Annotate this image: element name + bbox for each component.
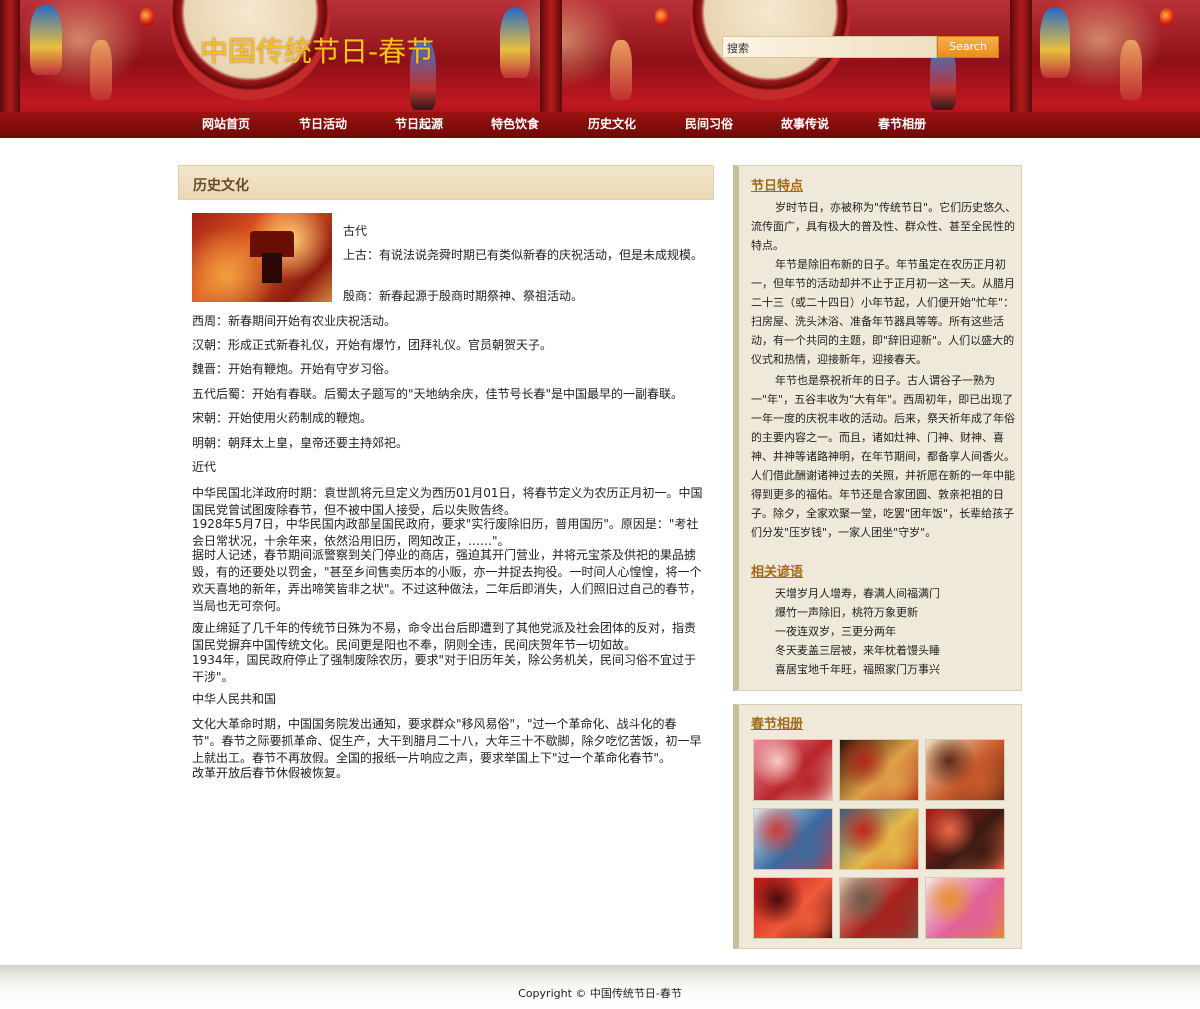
photo-market[interactable]: [753, 739, 833, 801]
search-input[interactable]: 搜索: [722, 36, 937, 58]
photo-night-lights[interactable]: [839, 739, 919, 801]
article-paragraph: 五代后蜀：开始有春联。后蜀太子题写的"天地纳余庆，佳节号长春"是中国最早的一副春…: [192, 387, 684, 401]
article-paragraph: 宋朝：开始使用火药制成的鞭炮。: [192, 411, 373, 425]
article-paragraph: 据时人记述，春节期间派警察到关门停业的商店，强迫其开门营业，并将元宝茶及供祀的果…: [192, 548, 702, 613]
article-paragraph: 殷商：新春起源于殷商时期祭神、祭祖活动。: [343, 289, 584, 303]
article-paragraph: 改革开放后春节休假被恢复。: [192, 766, 349, 780]
section-heading-text: 历史文化: [193, 178, 249, 194]
sidebar-album-box: 春节相册: [733, 704, 1022, 949]
article-paragraph: 西周：新春期间开始有农业庆祝活动。: [192, 314, 397, 328]
sidebar-couplets-title[interactable]: 相关谚语: [751, 561, 803, 580]
sidebar-features-text: 年节也是祭祝祈年的日子。古人谓谷子一熟为一"年"，五谷丰收为"大有年"。西周初年…: [751, 374, 1015, 539]
nav-history[interactable]: 历史文化: [588, 115, 636, 132]
couplet-line: 一夜连双岁，三更分两年: [775, 625, 896, 638]
couplet-line: 喜居宝地千年旺，福照家门万事兴: [775, 663, 940, 676]
photo-painting[interactable]: [925, 739, 1005, 801]
photo-red-doors[interactable]: [925, 808, 1005, 870]
nav-customs[interactable]: 民间习俗: [685, 115, 733, 132]
sidebar-features-box: 节日特点 岁时节日，亦被称为"传统节日"。它们历史悠久、流传面广，具有极大的普及…: [733, 165, 1022, 691]
photo-lanterns[interactable]: [753, 877, 833, 939]
sidebar-album-title[interactable]: 春节相册: [751, 713, 803, 732]
article-era-ancient: 古代: [343, 224, 368, 238]
nav-stories[interactable]: 故事传说: [781, 115, 829, 132]
section-heading: 历史文化: [178, 165, 714, 200]
banner-art: [0, 0, 1200, 112]
article-image: [192, 213, 332, 302]
article-paragraph: 魏晋：开始有鞭炮。开始有守岁习俗。: [192, 362, 397, 376]
sidebar-features-text: 岁时节日，亦被称为"传统节日"。它们历史悠久、流传面广，具有极大的普及性、群众性…: [751, 201, 1017, 252]
main-nav: 网站首页 节日活动 节日起源 特色饮食 历史文化 民间习俗 故事传说 春节相册: [0, 112, 1200, 138]
photo-kids[interactable]: [753, 808, 833, 870]
nav-activities[interactable]: 节日活动: [299, 115, 347, 132]
article-paragraph: 废止绵延了几千年的传统节日殊为不易，命令出台后即遭到了其他党派及社会团体的反对，…: [192, 621, 697, 652]
article-paragraph: 汉朝：形成正式新春礼仪，开始有爆竹，团拜礼仪。官员朝贺天子。: [192, 338, 553, 352]
nav-home[interactable]: 网站首页: [202, 115, 250, 132]
article-paragraph: 明朝：朝拜太上皇，皇帝还要主持郊祀。: [192, 436, 409, 450]
sidebar-features-text: 年节是除旧布新的日子。年节虽定在农历正月初一，但年节的活动却并不止于正月初一这一…: [751, 258, 1015, 366]
nav-origin[interactable]: 节日起源: [395, 115, 443, 132]
site-title[interactable]: 中国传统节日-春节: [200, 30, 434, 70]
couplet-line: 天增岁月人增寿，春满人间福满门: [775, 587, 940, 600]
copyright-text: Copyright © 中国传统节日-春节: [518, 987, 682, 1000]
site-header: 中国传统节日-春节 搜索 Search 网站首页 节日活动 节日起源 特色饮食 …: [0, 0, 1200, 138]
article-era-modern: 近代: [192, 460, 217, 474]
photo-dragon-dance[interactable]: [839, 808, 919, 870]
photo-street[interactable]: [839, 877, 919, 939]
nav-album[interactable]: 春节相册: [878, 115, 926, 132]
article-paragraph: 1928年5月7日，中华民国内政部呈国民政府，要求"实行废除旧历，普用国历"。原…: [192, 517, 699, 548]
photo-nianhua[interactable]: [925, 877, 1005, 939]
article-paragraph: 1934年，国民政府停止了强制废除农历，要求"对于旧历年关，除公务机关，民间习俗…: [192, 653, 697, 684]
article-paragraph: 中华民国北洋政府时期：袁世凯将元旦定义为西历01月01日，将春节定义为农历正月初…: [192, 486, 703, 517]
couplet-line: 冬天麦盖三层被，来年枕着馒头睡: [775, 644, 940, 657]
search-button[interactable]: Search: [937, 36, 999, 58]
sidebar-features-title[interactable]: 节日特点: [751, 175, 803, 194]
couplet-line: 爆竹一声除旧，桃符万象更新: [775, 606, 918, 619]
article-paragraph: 上古：有说法说尧舜时期已有类似新春的庆祝活动，但是未成规模。: [343, 248, 704, 262]
article-paragraph: 文化大革命时期，中国国务院发出通知，要求群众"移风易俗"，"过一个革命化、战斗化…: [192, 717, 702, 765]
article-era-prc: 中华人民共和国: [192, 692, 277, 706]
nav-food[interactable]: 特色饮食: [491, 115, 539, 132]
